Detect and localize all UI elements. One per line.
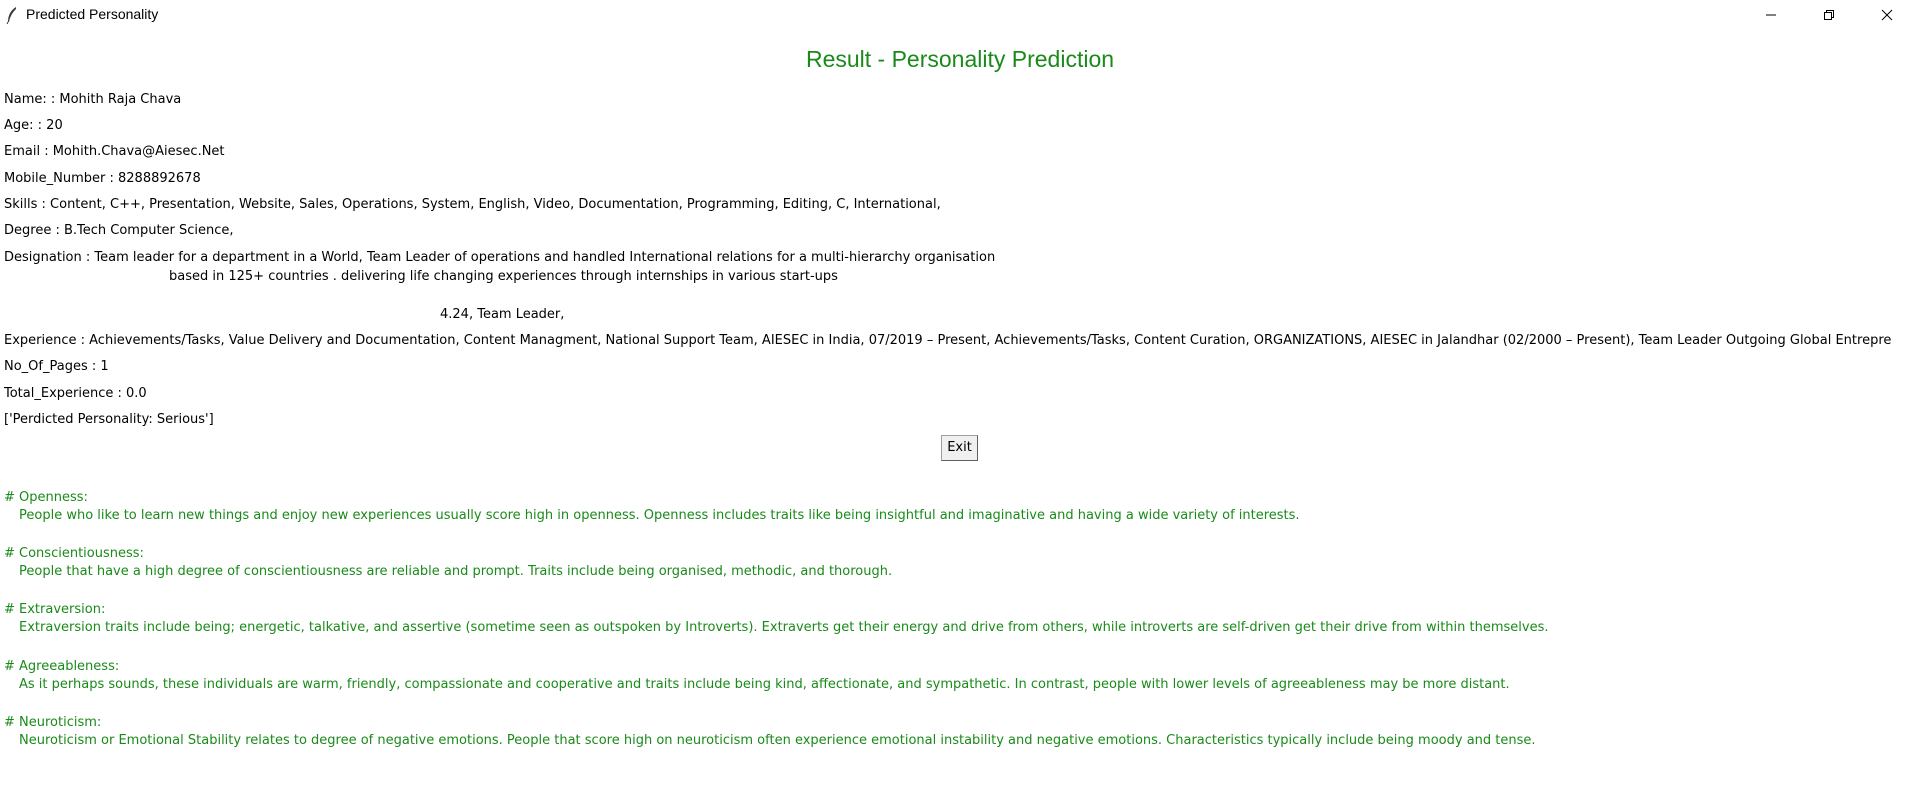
designation-continuation: based in 125+ countries . delivering lif… [169, 269, 838, 284]
app-window: Predicted Personality Result - Personali… [0, 0, 1920, 787]
restore-button[interactable] [1806, 0, 1852, 30]
title-bar[interactable]: Predicted Personality [0, 0, 1920, 30]
result-panel: Result - Personality Prediction Name: : … [0, 30, 1920, 787]
skills-label: Skills : Content, C++, Presentation, Web… [4, 197, 941, 212]
name-label: Name: : Mohith Raja Chava [4, 92, 182, 107]
degree-label: Degree : B.Tech Computer Science, [4, 223, 234, 238]
email-label: Email : Mohith.Chava@Aiesec.Net [4, 144, 225, 159]
total-experience-label: Total_Experience : 0.0 [4, 386, 147, 401]
trait-description-neuroticism: Neuroticism or Emotional Stability relat… [19, 733, 1536, 748]
minimize-icon [1765, 6, 1777, 25]
close-button[interactable] [1864, 0, 1910, 30]
page-title: Result - Personality Prediction [805, 46, 1115, 72]
trait-heading-agreeableness: # Agreeableness: [4, 659, 120, 674]
experience-label: Experience : Achievements/Tasks, Value D… [4, 333, 1892, 348]
trait-heading-neuroticism: # Neuroticism: [4, 715, 102, 730]
window-title: Predicted Personality [26, 6, 159, 22]
pages-label: No_Of_Pages : 1 [4, 359, 109, 374]
minimize-button[interactable] [1748, 0, 1794, 30]
exit-button[interactable]: Exit [941, 435, 978, 461]
age-label: Age: : 20 [4, 118, 63, 133]
trait-description-openness: People who like to learn new things and … [19, 508, 1300, 523]
trait-heading-conscientiousness: # Conscientiousness: [4, 546, 144, 561]
trait-heading-extraversion: # Extraversion: [4, 602, 106, 617]
designation-extra: 4.24, Team Leader, [440, 307, 565, 322]
trait-heading-openness: # Openness: [4, 490, 88, 505]
close-icon [1881, 6, 1893, 25]
trait-description-agreeableness: As it perhaps sounds, these individuals … [19, 677, 1510, 692]
trait-description-conscientiousness: People that have a high degree of consci… [19, 564, 893, 579]
restore-icon [1823, 6, 1835, 25]
designation-label: Designation : Team leader for a departme… [4, 250, 996, 265]
trait-description-extraversion: Extraversion traits include being; energ… [19, 620, 1549, 635]
mobile-label: Mobile_Number : 8288892678 [4, 171, 201, 186]
prediction-label: ['Perdicted Personality: Serious'] [4, 412, 214, 427]
feather-icon [6, 6, 18, 25]
